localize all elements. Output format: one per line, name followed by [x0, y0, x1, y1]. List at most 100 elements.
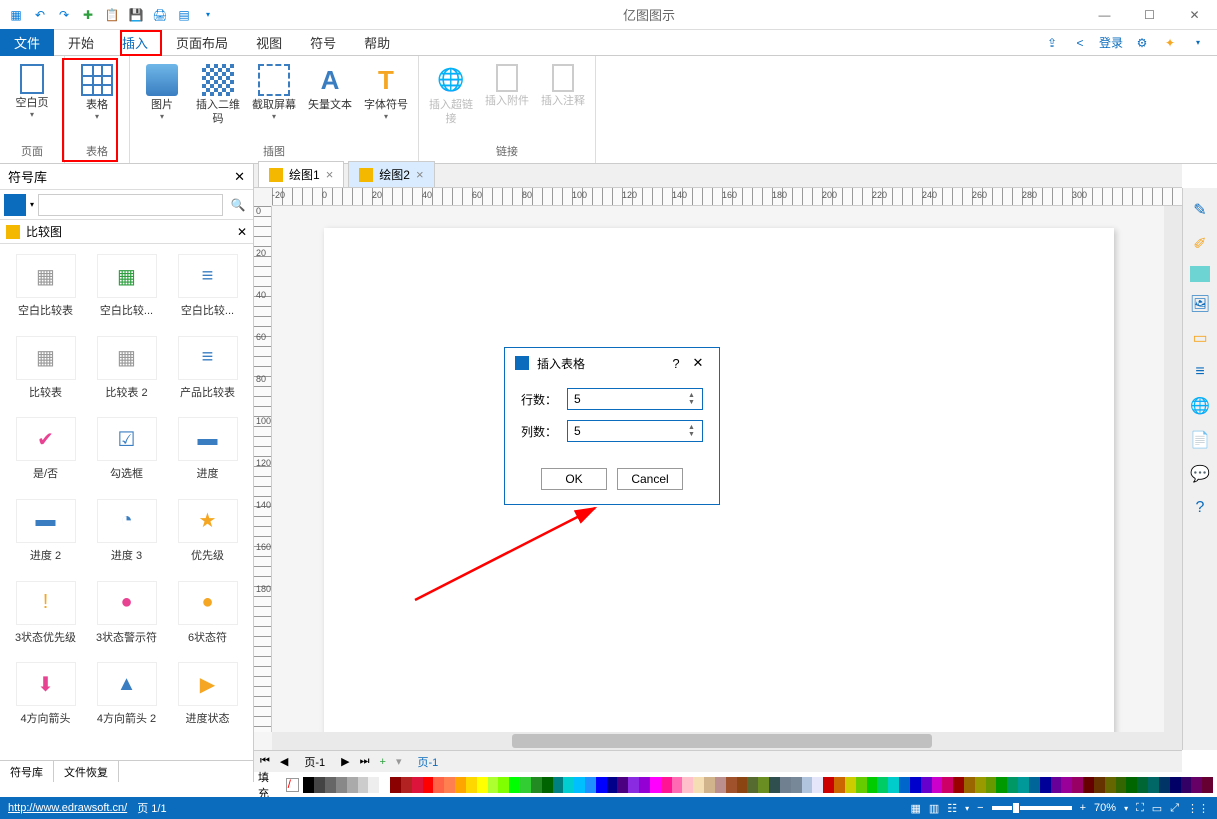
note-tool-icon[interactable]: 📄	[1188, 428, 1212, 452]
color-swatch[interactable]	[1051, 777, 1062, 793]
status-url[interactable]: http://www.edrawsoft.cn/	[8, 802, 127, 814]
color-swatch[interactable]	[336, 777, 347, 793]
color-swatch[interactable]	[531, 777, 542, 793]
color-swatch[interactable]	[996, 777, 1007, 793]
color-swatch[interactable]	[921, 777, 932, 793]
tab-file-recovery[interactable]: 文件恢复	[54, 761, 119, 782]
color-swatch[interactable]	[1029, 777, 1040, 793]
qrcode-button[interactable]: 插入二维码	[192, 62, 244, 128]
color-swatch[interactable]	[1040, 777, 1051, 793]
symbol-item[interactable]: ▦比较表	[6, 332, 85, 412]
symbol-item[interactable]: ★优先级	[168, 495, 247, 575]
menu-help[interactable]: 帮助	[350, 29, 404, 56]
comment-tool-icon[interactable]: 💬	[1188, 462, 1212, 486]
zoom-slider[interactable]	[992, 806, 1072, 810]
gear-icon[interactable]: ⚙	[1133, 34, 1151, 52]
menu-insert[interactable]: 插入	[108, 29, 162, 56]
color-swatch[interactable]	[477, 777, 488, 793]
zoom-in-icon[interactable]: +	[1080, 802, 1086, 814]
color-swatch[interactable]	[1116, 777, 1127, 793]
color-swatch[interactable]	[1105, 777, 1116, 793]
color-swatch[interactable]	[682, 777, 693, 793]
symbol-item[interactable]: ≡空白比较...	[168, 250, 247, 330]
color-swatch[interactable]	[444, 777, 455, 793]
color-swatch[interactable]	[964, 777, 975, 793]
symbol-item[interactable]: ▦空白比较表	[6, 250, 85, 330]
library-icon[interactable]	[4, 194, 26, 216]
color-swatch[interactable]	[607, 777, 618, 793]
color-swatch[interactable]	[737, 777, 748, 793]
symbol-item[interactable]: ▶进度状态	[168, 658, 247, 738]
prev-page-icon[interactable]: ◀	[280, 755, 288, 768]
new-icon[interactable]: ✚	[80, 7, 96, 23]
share2-icon[interactable]: <	[1071, 34, 1089, 52]
color-swatch[interactable]	[466, 777, 477, 793]
color-swatch[interactable]	[1126, 777, 1137, 793]
color-swatch[interactable]	[1148, 777, 1159, 793]
color-swatch[interactable]	[379, 777, 390, 793]
undo-icon[interactable]: ↶	[32, 7, 48, 23]
color-swatch[interactable]	[509, 777, 520, 793]
color-swatch[interactable]	[1007, 777, 1018, 793]
close-tab-icon[interactable]: ×	[326, 167, 334, 182]
image-tool-icon[interactable]: 🖼	[1188, 292, 1212, 316]
first-page-icon[interactable]: ⏮	[260, 755, 270, 768]
color-swatch[interactable]	[455, 777, 466, 793]
redo-icon[interactable]: ↷	[56, 7, 72, 23]
add-page-icon[interactable]: +	[380, 756, 386, 768]
color-swatch[interactable]	[888, 777, 899, 793]
color-swatch[interactable]	[520, 777, 531, 793]
symbol-item[interactable]: ▲4方向箭头 2	[87, 658, 166, 738]
logo-icon[interactable]: ✦	[1161, 34, 1179, 52]
view-mode3-icon[interactable]: ☷	[947, 802, 957, 815]
font-symbol-button[interactable]: T 字体符号 ▾	[360, 62, 412, 123]
no-fill-icon[interactable]: /	[286, 778, 300, 792]
layer-tool-icon[interactable]: ▭	[1188, 326, 1212, 350]
close-tab-icon[interactable]: ×	[416, 167, 424, 182]
cols-input[interactable]: 5 ▲▼	[567, 420, 703, 442]
screenshot-button[interactable]: 截取屏幕 ▾	[248, 62, 300, 123]
horizontal-scrollbar[interactable]	[272, 732, 1182, 750]
menu-dropdown-icon[interactable]: ▾	[1189, 34, 1207, 52]
symbol-item[interactable]: ●3状态警示符	[87, 577, 166, 657]
color-swatch[interactable]	[1137, 777, 1148, 793]
menu-start[interactable]: 开始	[54, 29, 108, 56]
color-swatch[interactable]	[433, 777, 444, 793]
view-mode-icon[interactable]: ▦	[910, 802, 920, 815]
color-swatch[interactable]	[747, 777, 758, 793]
cancel-button[interactable]: Cancel	[617, 468, 683, 490]
view-mode2-icon[interactable]: ▥	[929, 802, 939, 815]
attachment-button[interactable]: 插入附件	[481, 62, 533, 110]
color-swatch[interactable]	[780, 777, 791, 793]
menu-pagelayout[interactable]: 页面布局	[162, 29, 242, 56]
color-swatch[interactable]	[1072, 777, 1083, 793]
color-swatch[interactable]	[661, 777, 672, 793]
help-tool-icon[interactable]: ?	[1188, 496, 1212, 520]
color-swatch[interactable]	[303, 777, 314, 793]
last-page-icon[interactable]: ⏭	[360, 755, 370, 768]
color-swatch[interactable]	[423, 777, 434, 793]
menu-file[interactable]: 文件	[0, 29, 54, 56]
fit-width-icon[interactable]: ▭	[1152, 802, 1162, 815]
fit-page-icon[interactable]: ⛶	[1136, 802, 1144, 815]
doc-tab-2[interactable]: 绘图2 ×	[348, 161, 434, 187]
search-icon[interactable]: 🔍	[227, 194, 249, 216]
symbol-item[interactable]: ●6状态符	[168, 577, 247, 657]
tab-symbol-library[interactable]: 符号库	[0, 761, 54, 782]
symbol-item[interactable]: ⬇4方向箭头	[6, 658, 85, 738]
dialog-close-icon[interactable]: ✕	[687, 355, 709, 371]
color-swatch[interactable]	[368, 777, 379, 793]
page-tab-1[interactable]: 页-1	[298, 754, 331, 770]
grip-icon[interactable]: ⋮⋮	[1187, 802, 1209, 815]
color-swatch[interactable]	[802, 777, 813, 793]
vertical-scrollbar[interactable]	[1164, 206, 1182, 732]
hyperlink-button[interactable]: 🌐 插入超链接	[425, 62, 477, 128]
color-swatch[interactable]	[401, 777, 412, 793]
color-swatch[interactable]	[942, 777, 953, 793]
color-swatch[interactable]	[704, 777, 715, 793]
color-swatch[interactable]	[1083, 777, 1094, 793]
vector-text-button[interactable]: A 矢量文本	[304, 62, 356, 114]
color-swatch[interactable]	[856, 777, 867, 793]
color-swatch[interactable]	[412, 777, 423, 793]
login-link[interactable]: 登录	[1099, 34, 1123, 51]
